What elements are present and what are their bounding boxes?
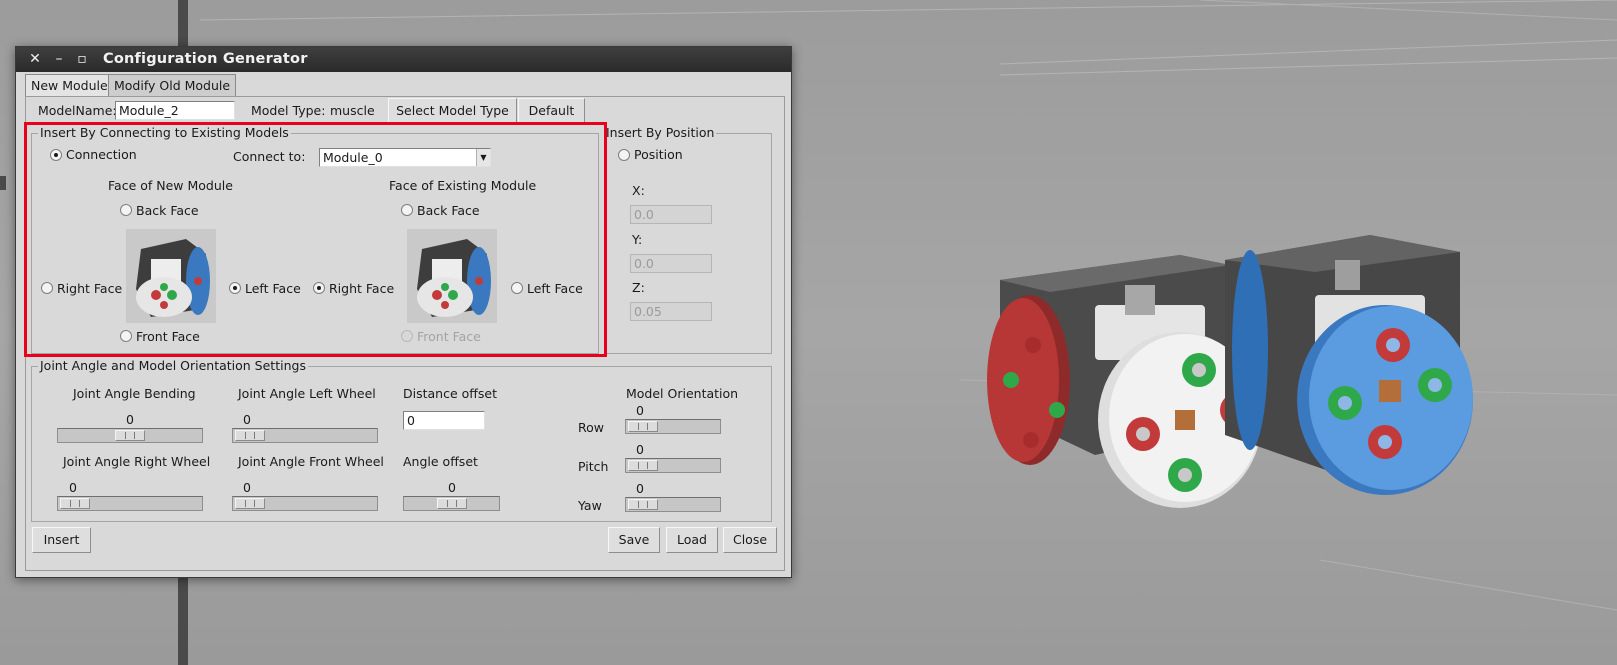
- titlebar[interactable]: ✕ – ▫ Configuration Generator: [16, 47, 791, 72]
- connect-to-value: Module_0: [323, 150, 383, 165]
- slider-handle[interactable]: [115, 430, 145, 441]
- existing-right-face-label: Right Face: [329, 281, 395, 296]
- slider-handle[interactable]: [235, 430, 265, 441]
- slider-handle[interactable]: [628, 499, 658, 510]
- yaw-value: 0: [636, 481, 644, 496]
- model-orientation-title: Model Orientation: [626, 386, 739, 401]
- close-window-icon[interactable]: ✕: [26, 50, 44, 68]
- existing-front-face-label: Front Face: [417, 329, 481, 344]
- existing-back-face-label: Back Face: [417, 203, 480, 218]
- existing-left-face-radio[interactable]: [511, 282, 523, 294]
- tab-modify-old-module[interactable]: Modify Old Module: [108, 74, 237, 96]
- tab-panel: ModelName: Module_2 Model Type: muscle S…: [24, 96, 785, 571]
- minimize-window-icon[interactable]: –: [50, 50, 68, 68]
- slider-handle[interactable]: [235, 498, 265, 509]
- left-wheel-slider[interactable]: [232, 428, 378, 443]
- angle-offset-value: 0: [448, 480, 456, 495]
- new-right-face-radio[interactable]: [41, 282, 53, 294]
- position-label: Position: [634, 147, 683, 162]
- model-name-input[interactable]: Module_2: [115, 101, 235, 120]
- left-wheel-value: 0: [243, 412, 251, 427]
- right-wheel-slider[interactable]: [57, 496, 203, 511]
- robot-modules-3d[interactable]: [975, 220, 1535, 550]
- yaw-label: Yaw: [578, 498, 602, 513]
- z-input[interactable]: 0.05: [630, 302, 712, 321]
- slider-handle[interactable]: [628, 421, 658, 432]
- bending-label: Joint Angle Bending: [73, 386, 196, 401]
- right-wheel-label: Joint Angle Right Wheel: [63, 454, 211, 469]
- x-input[interactable]: 0.0: [630, 205, 712, 224]
- tab-new-module[interactable]: New Module: [25, 74, 114, 97]
- existing-front-face-radio: [401, 330, 413, 342]
- save-button[interactable]: Save: [608, 527, 660, 553]
- insert-button[interactable]: Insert: [32, 527, 91, 553]
- new-back-face-radio[interactable]: [120, 204, 132, 216]
- existing-left-face-label: Left Face: [527, 281, 583, 296]
- y-input[interactable]: 0.0: [630, 254, 712, 273]
- connection-label: Connection: [66, 147, 137, 162]
- connect-group-title: Insert By Connecting to Existing Models: [38, 125, 291, 140]
- new-front-face-label: Front Face: [136, 329, 200, 344]
- connect-group: [31, 133, 599, 354]
- front-wheel-label: Joint Angle Front Wheel: [238, 454, 384, 469]
- bending-slider[interactable]: [57, 428, 203, 443]
- connection-radio[interactable]: [50, 149, 62, 161]
- joint-group-title: Joint Angle and Model Orientation Settin…: [38, 358, 308, 373]
- select-model-type-button[interactable]: Select Model Type: [388, 98, 517, 124]
- row-label: Row: [578, 420, 604, 435]
- front-wheel-slider[interactable]: [232, 496, 378, 511]
- yaw-slider[interactable]: [625, 497, 721, 512]
- load-button[interactable]: Load: [666, 527, 718, 553]
- position-radio[interactable]: [618, 149, 630, 161]
- connect-to-label: Connect to:: [233, 149, 306, 164]
- front-wheel-value: 0: [243, 480, 251, 495]
- maximize-window-icon[interactable]: ▫: [73, 50, 91, 68]
- chevron-down-icon[interactable]: ▼: [476, 149, 490, 166]
- right-wheel-value: 0: [69, 480, 77, 495]
- angle-offset-label: Angle offset: [403, 454, 478, 469]
- new-module-image: [126, 229, 216, 323]
- distance-offset-input[interactable]: 0: [403, 411, 485, 430]
- distance-offset-label: Distance offset: [403, 386, 497, 401]
- close-button[interactable]: Close: [723, 527, 777, 553]
- left-wheel-label: Joint Angle Left Wheel: [238, 386, 376, 401]
- configuration-generator-dialog: ✕ – ▫ Configuration Generator New Module…: [15, 46, 792, 578]
- pitch-value: 0: [636, 442, 644, 457]
- existing-module-image: [407, 229, 497, 323]
- new-back-face-label: Back Face: [136, 203, 199, 218]
- connect-to-combobox[interactable]: Module_0 ▼: [319, 148, 491, 167]
- y-label: Y:: [632, 232, 643, 247]
- model-name-label: ModelName:: [38, 103, 117, 118]
- new-front-face-radio[interactable]: [120, 330, 132, 342]
- face-existing-module-title: Face of Existing Module: [389, 178, 537, 193]
- existing-right-face-radio[interactable]: [313, 282, 325, 294]
- window-title: Configuration Generator: [103, 51, 308, 67]
- new-right-face-label: Right Face: [57, 281, 123, 296]
- slider-handle[interactable]: [60, 498, 90, 509]
- pitch-slider[interactable]: [625, 458, 721, 473]
- pitch-label: Pitch: [578, 459, 609, 474]
- existing-back-face-radio[interactable]: [401, 204, 413, 216]
- face-new-module-title: Face of New Module: [108, 178, 233, 193]
- slider-handle[interactable]: [628, 460, 658, 471]
- row-slider[interactable]: [625, 419, 721, 434]
- angle-offset-slider[interactable]: [403, 496, 500, 511]
- x-label: X:: [632, 183, 645, 198]
- position-group-title: Insert By Position: [604, 125, 717, 140]
- z-label: Z:: [632, 280, 645, 295]
- model-type-label: Model Type:: [251, 103, 326, 118]
- model-type-value: muscle: [330, 103, 375, 118]
- new-left-face-radio[interactable]: [229, 282, 241, 294]
- default-button[interactable]: Default: [518, 98, 585, 124]
- new-left-face-label: Left Face: [245, 281, 301, 296]
- row-value: 0: [636, 403, 644, 418]
- bending-value: 0: [126, 412, 134, 427]
- slider-handle[interactable]: [436, 498, 467, 509]
